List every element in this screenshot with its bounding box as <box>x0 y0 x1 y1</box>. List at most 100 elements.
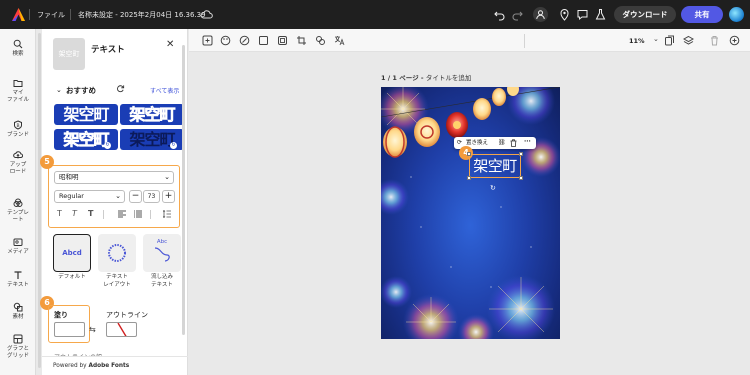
resize-handle[interactable] <box>519 152 523 156</box>
divider <box>70 9 71 20</box>
text-preset[interactable]: 架空町 <box>120 104 184 125</box>
text-preset[interactable]: 架空町 <box>54 104 118 125</box>
elements-icon <box>13 302 23 312</box>
top-bar: ファイル 名称未設定 - 2025年2月04日 16.36.39 ダウンロード … <box>0 0 750 29</box>
pages-icon[interactable] <box>664 35 675 46</box>
resize-handle[interactable] <box>519 176 523 180</box>
grid-icon <box>13 334 23 344</box>
font-family-select[interactable]: 昭和明 ⌄ <box>54 171 174 184</box>
layout-text-card[interactable] <box>98 234 136 272</box>
rail-item-grid[interactable]: グラフと グリッド <box>0 334 36 360</box>
rail-item-text[interactable]: テキスト <box>0 270 36 289</box>
file-menu[interactable]: ファイル <box>37 10 65 20</box>
fill-color-swatch[interactable] <box>54 322 85 337</box>
outline-label: アウトライン <box>106 311 148 319</box>
layers-icon[interactable] <box>682 35 695 46</box>
rail-label: メディア <box>7 249 29 255</box>
rotate-handle-icon[interactable]: ↻ <box>490 184 498 192</box>
crop-icon[interactable] <box>296 35 307 46</box>
page-title-input[interactable]: タイトルを追加 <box>426 74 472 82</box>
recommended-heading: おすすめ <box>66 86 96 95</box>
trash-icon[interactable] <box>709 35 720 46</box>
font-weight-select[interactable]: Regular ⌄ <box>54 190 125 203</box>
group-icon[interactable] <box>315 35 326 46</box>
translate-icon[interactable] <box>334 35 345 46</box>
line-spacing-icon[interactable] <box>162 209 171 219</box>
text-style-serif-icon[interactable]: T <box>72 209 77 218</box>
chevron-down-icon[interactable]: ⌄ <box>653 35 659 43</box>
align-left-icon[interactable] <box>118 210 126 218</box>
left-rail: 検索 マイ ファイル B ブランド アップ ロード テンプレ ート メディア テ… <box>0 29 36 375</box>
magic-icon[interactable] <box>239 35 250 46</box>
divider <box>29 9 30 20</box>
show-all-link[interactable]: すべて表示 <box>150 86 179 95</box>
page-label: 1 / 1 ページ - タイトルを追加 <box>381 74 472 82</box>
swap-icon[interactable]: ⇆ <box>89 325 96 334</box>
trash-icon[interactable] <box>510 139 517 147</box>
brand-icon: B <box>14 120 22 130</box>
svg-text:B: B <box>16 123 19 129</box>
text-style-bold-icon[interactable]: T <box>88 209 93 218</box>
more-icon[interactable]: ··· <box>524 136 531 148</box>
redo-icon[interactable] <box>511 8 524 21</box>
resize-handle[interactable] <box>467 152 471 156</box>
text-icon <box>14 271 22 279</box>
layout-default-card[interactable]: Abcd <box>53 234 91 272</box>
rail-item-templates[interactable]: テンプレ ート <box>0 198 36 224</box>
add-page-icon[interactable] <box>729 35 740 46</box>
rail-item-search[interactable]: 検索 <box>0 39 36 58</box>
adobe-express-logo[interactable] <box>11 7 26 22</box>
layout-preview: Abcd <box>62 249 82 257</box>
preset-badge-icon: ↻ <box>104 142 111 149</box>
chevron-down-icon: ⌄ <box>115 192 121 200</box>
comment-icon[interactable] <box>576 8 589 21</box>
resize-handle[interactable] <box>467 176 471 180</box>
font-size-input[interactable]: 73 <box>143 190 160 203</box>
outline-color-swatch[interactable] <box>106 322 137 337</box>
layout-label: テキスト レイアウト <box>103 274 131 288</box>
close-icon[interactable]: ✕ <box>166 39 174 50</box>
refresh-icon[interactable] <box>116 84 125 93</box>
user-invite-icon[interactable] <box>533 7 548 22</box>
rail-item-my-files[interactable]: マイ ファイル <box>0 78 36 104</box>
list-icon[interactable] <box>134 210 142 218</box>
rail-scrollbar[interactable] <box>38 33 41 368</box>
shape-square-icon[interactable] <box>258 35 269 46</box>
rail-label: テキスト <box>7 282 29 288</box>
text-thumbnail: 架空町 <box>53 38 85 70</box>
layout-flow-card[interactable]: Abc <box>143 234 181 272</box>
font-size-decrease-button[interactable]: − <box>129 190 142 203</box>
cloud-icon <box>200 8 213 21</box>
download-button[interactable]: ダウンロード <box>614 6 676 23</box>
text-style-plain-icon[interactable]: T <box>57 209 62 218</box>
chevron-down-icon[interactable]: ⌄ <box>56 86 62 94</box>
artboard[interactable] <box>381 87 560 339</box>
selected-text-box[interactable]: 架空町 <box>469 154 521 178</box>
rail-item-brand[interactable]: B ブランド <box>0 120 36 139</box>
folder-icon <box>13 80 23 87</box>
canvas-toolbar: ⌄ <box>189 29 750 52</box>
upload-icon <box>13 151 23 159</box>
color-palette-icon[interactable] <box>220 35 231 46</box>
location-pin-icon[interactable] <box>558 8 571 21</box>
chevron-down-icon: ⌄ <box>164 173 170 181</box>
powered-by-label: Powered by Adobe Fonts <box>53 363 130 369</box>
frame-icon[interactable] <box>277 35 288 46</box>
rail-item-upload[interactable]: アップ ロード <box>0 150 36 176</box>
panel-scrollbar[interactable] <box>182 45 185 335</box>
link-icon[interactable]: ⛓ <box>498 137 506 149</box>
rail-item-media[interactable]: メディア <box>0 237 36 256</box>
undo-icon[interactable] <box>493 8 506 21</box>
document-title[interactable]: 名称未設定 - 2025年2月04日 16.36.39 <box>78 10 206 20</box>
rail-label: マイ ファイル <box>6 90 29 103</box>
media-icon <box>13 238 23 246</box>
avatar[interactable] <box>729 7 744 22</box>
lab-flask-icon[interactable] <box>594 8 607 21</box>
rail-item-elements[interactable]: 素材 <box>0 302 36 321</box>
resize-icon[interactable] <box>202 35 213 46</box>
share-button[interactable]: 共有 <box>681 6 723 23</box>
rail-label: ブランド <box>6 132 29 138</box>
layout-label: 流し込み テキスト <box>150 274 173 288</box>
zoom-level[interactable]: 11% <box>629 37 645 45</box>
font-size-increase-button[interactable]: + <box>162 190 175 203</box>
